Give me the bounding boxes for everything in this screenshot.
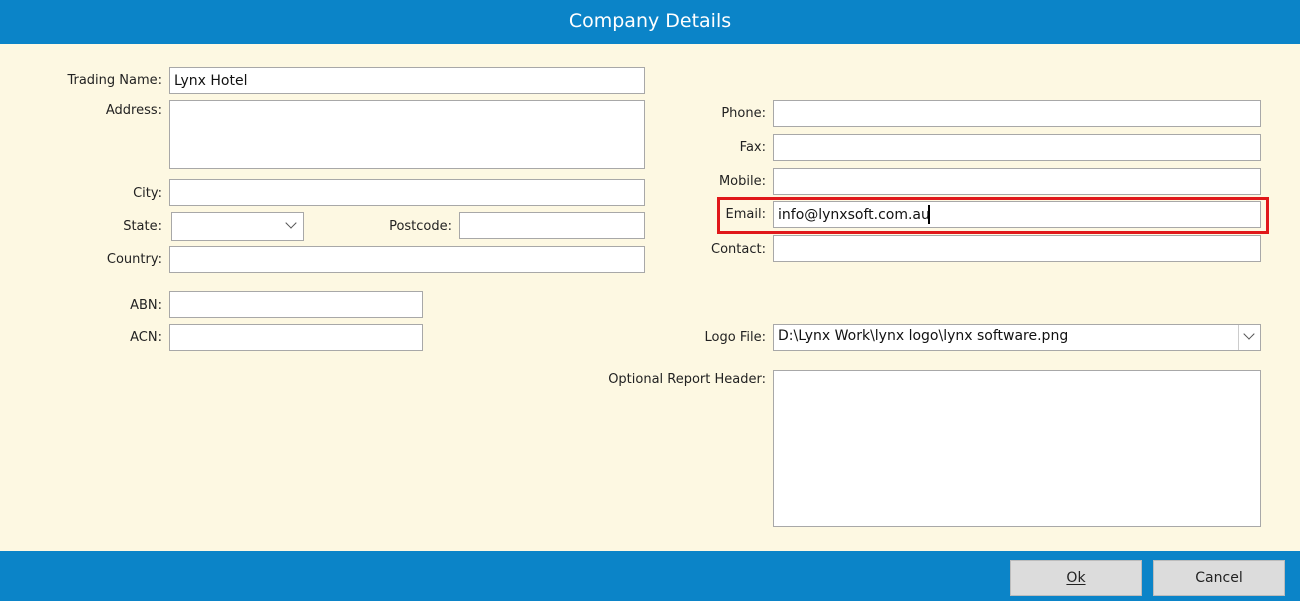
mobile-label: Mobile: bbox=[718, 174, 766, 189]
cancel-button-label: Cancel bbox=[1195, 570, 1243, 586]
fax-label: Fax: bbox=[739, 140, 766, 155]
acn-label: ACN: bbox=[130, 330, 162, 345]
phone-label: Phone: bbox=[721, 106, 766, 121]
phone-input[interactable] bbox=[773, 100, 1261, 127]
city-label: City: bbox=[133, 186, 162, 201]
city-input[interactable] bbox=[169, 179, 645, 206]
text-cursor bbox=[928, 205, 930, 224]
abn-input[interactable] bbox=[169, 291, 423, 318]
logo-file-value: D:\Lynx Work\lynx logo\lynx software.png bbox=[778, 328, 1069, 344]
logo-file-label: Logo File: bbox=[704, 330, 766, 345]
postcode-label: Postcode: bbox=[389, 219, 452, 234]
chevron-down-icon bbox=[1243, 328, 1255, 340]
trading-name-label: Trading Name: bbox=[67, 73, 162, 88]
state-select[interactable] bbox=[171, 212, 304, 241]
logo-file-dropdown-button[interactable] bbox=[1238, 325, 1260, 350]
country-input[interactable] bbox=[169, 246, 645, 273]
country-label: Country: bbox=[106, 252, 162, 267]
cancel-button[interactable]: Cancel bbox=[1153, 560, 1285, 596]
report-header-input[interactable] bbox=[773, 370, 1261, 527]
ok-button-label: Ok bbox=[1066, 570, 1086, 586]
mobile-input[interactable] bbox=[773, 168, 1261, 195]
state-label: State: bbox=[123, 219, 162, 234]
trading-name-input[interactable] bbox=[169, 67, 645, 94]
contact-label: Contact: bbox=[711, 242, 766, 257]
contact-input[interactable] bbox=[773, 235, 1261, 262]
chevron-down-icon bbox=[285, 217, 297, 229]
ok-button[interactable]: Ok bbox=[1010, 560, 1142, 596]
window-title: Company Details bbox=[0, 0, 1300, 44]
address-input[interactable] bbox=[169, 100, 645, 169]
email-label: Email: bbox=[725, 207, 766, 222]
report-header-label: Optional Report Header: bbox=[608, 372, 766, 387]
logo-file-select[interactable]: D:\Lynx Work\lynx logo\lynx software.png bbox=[773, 324, 1261, 351]
abn-label: ABN: bbox=[130, 298, 162, 313]
state-dropdown-button[interactable] bbox=[281, 213, 303, 240]
fax-input[interactable] bbox=[773, 134, 1261, 161]
acn-input[interactable] bbox=[169, 324, 423, 351]
email-input[interactable] bbox=[773, 201, 1261, 228]
address-label: Address: bbox=[105, 103, 162, 118]
